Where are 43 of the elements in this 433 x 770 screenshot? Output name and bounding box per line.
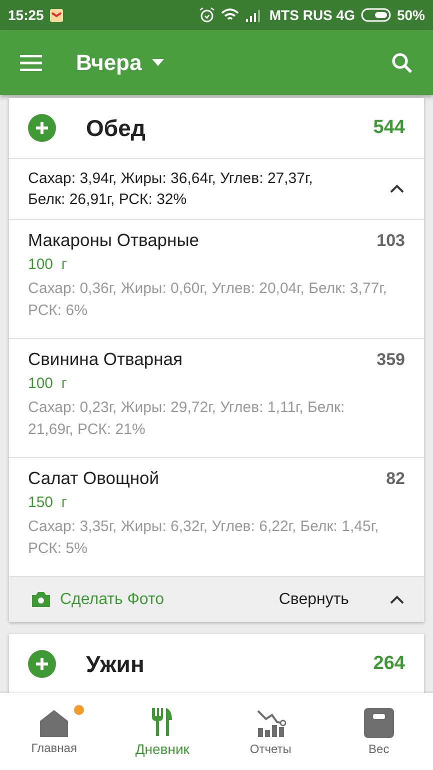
status-time: 15:25: [8, 7, 44, 23]
meal-name: Обед: [86, 114, 146, 142]
food-calories: 359: [376, 350, 405, 370]
collapse-icon[interactable]: [389, 594, 405, 604]
mail-icon: [50, 8, 63, 22]
take-photo-link[interactable]: Сделать Фото: [60, 590, 279, 608]
house-icon: [39, 708, 70, 736]
food-amount: 150 г: [28, 494, 68, 511]
carrier-name: MTS RUS 4G: [269, 7, 355, 23]
wifi-icon: [221, 8, 240, 22]
meal-calories: 544: [373, 117, 405, 139]
battery-level: 50%: [396, 7, 425, 23]
battery-icon: [360, 8, 391, 22]
food-nutrients: Сахар: 0,36г, Жиры: 0,60г, Углев: 20,04г, Белк: 3,77г, РСК: 6%: [28, 279, 388, 321]
search-icon[interactable]: [391, 52, 413, 74]
date-title[interactable]: Вчера: [76, 50, 142, 76]
menu-icon[interactable]: [20, 54, 42, 70]
food-name: Салат Овощной: [28, 468, 160, 489]
food-name: Макароны Отварные: [28, 230, 200, 251]
food-calories: 82: [386, 469, 405, 489]
add-icon[interactable]: [28, 650, 56, 678]
meal-name: Ужин: [86, 650, 146, 678]
chart-icon: [256, 708, 286, 738]
collapse-icon[interactable]: [389, 184, 405, 194]
nav-tab[interactable]: Отчеты: [216, 693, 325, 770]
dropdown-icon[interactable]: [152, 59, 164, 66]
food-name: Свинина Отварная: [28, 349, 182, 370]
nav-tab[interactable]: Вес: [324, 693, 433, 770]
food-calories: 103: [376, 231, 405, 251]
meal-nutrients: Сахар: 3,94г, Жиры: 36,64г, Углев: 27,37г, Белк: 26,91г, РСК: 32%: [28, 169, 314, 210]
meal-calories: 264: [373, 653, 405, 675]
food-amount: 100 г: [28, 375, 68, 392]
add-icon[interactable]: [28, 114, 56, 142]
fork-knife-icon: [151, 706, 174, 736]
food-nutrients: Сахар: 3,35г, Жиры: 6,32г, Углев: 6,22г, Белк: 1,45г, РСК: 5%: [28, 517, 380, 559]
food-nutrients: Сахар: 0,23г, Жиры: 29,72г, Углев: 1,11г, Белк: 21,69г, РСК: 21%: [28, 398, 346, 440]
food-amount: 100 г: [28, 256, 68, 273]
scale-icon: [364, 708, 394, 738]
collapse-link[interactable]: Свернуть: [278, 590, 349, 608]
alarm-icon: [199, 7, 216, 23]
camera-icon[interactable]: [32, 592, 50, 607]
nav-tab[interactable]: Главная: [0, 693, 108, 770]
nav-tab[interactable]: Дневник: [108, 693, 216, 770]
